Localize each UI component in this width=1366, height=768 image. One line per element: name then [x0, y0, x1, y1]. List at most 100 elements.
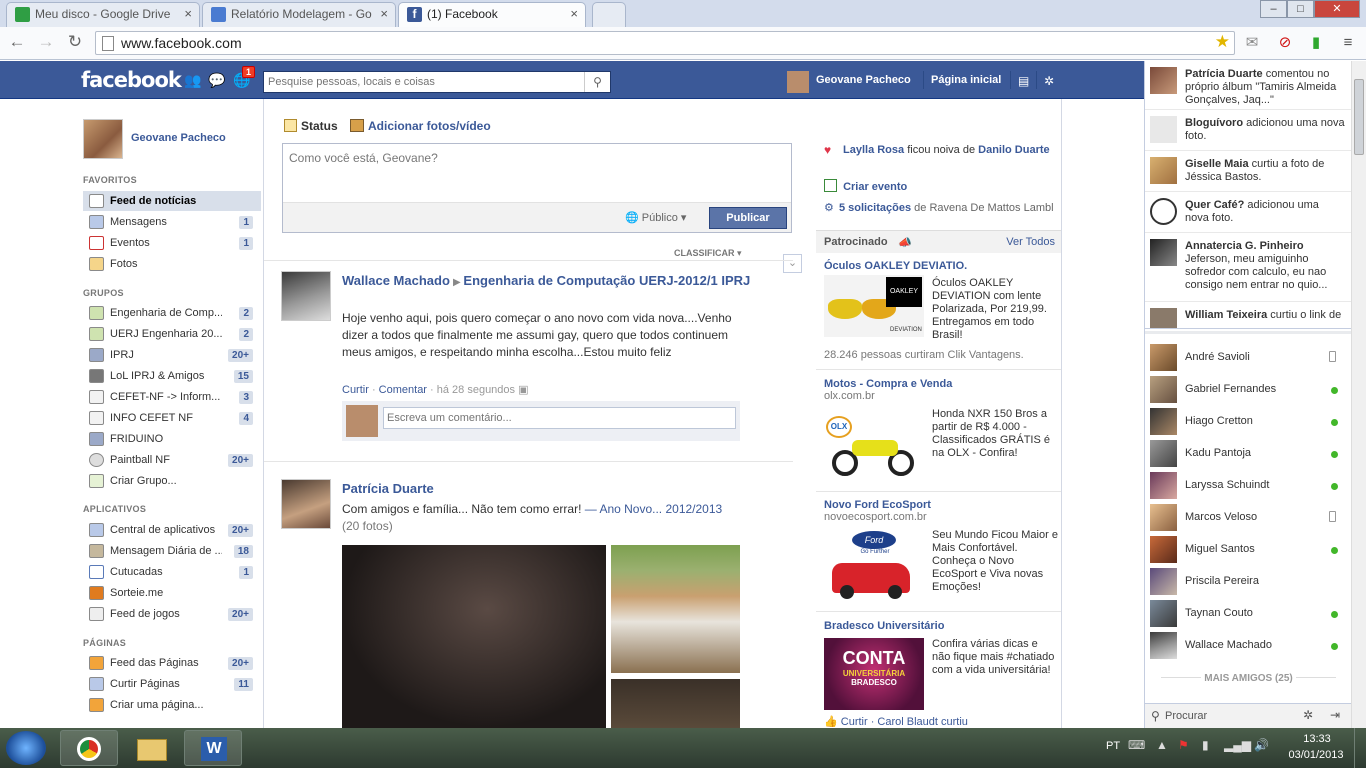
ad-image-conta[interactable]: CONTA UNIVERSITÁRIA BRADESCO — [824, 638, 924, 710]
ticker-item[interactable]: Giselle Maia curtiu a foto de Jéssica Ba… — [1145, 151, 1352, 192]
ticker-item[interactable]: Patrícia Duarte comentou no próprio álbu… — [1145, 61, 1352, 110]
search-box[interactable]: ⚲ — [263, 71, 611, 93]
chrome-taskbar-button[interactable] — [60, 730, 118, 766]
bookmark-star-icon[interactable]: ★ — [1215, 32, 1230, 52]
ad-ford[interactable]: Novo Ford EcoSport novoecosport.com.br F… — [824, 499, 1058, 601]
ad-title[interactable]: Novo Ford EcoSport — [824, 499, 1054, 511]
nav-item-group[interactable]: FRIDUINO — [83, 429, 261, 449]
clock-time[interactable]: 13:33 — [1285, 733, 1349, 745]
create-event-link[interactable]: Criar evento — [824, 179, 907, 193]
menu-icon[interactable]: ≡ — [1338, 33, 1358, 53]
ad-title[interactable]: Motos - Compra e Venda — [824, 378, 1054, 390]
word-taskbar-button[interactable]: W — [184, 730, 242, 766]
album-link[interactable]: — Ano Novo... 2012/2013 — [585, 502, 722, 516]
nav-item-app[interactable]: Cutucadas 1 — [83, 562, 261, 582]
requests-link[interactable]: 5 solicitações — [839, 202, 911, 214]
language-indicator[interactable]: PT — [1106, 740, 1120, 752]
home-link[interactable]: Página inicial — [931, 74, 1001, 86]
ad-image-sunglasses[interactable]: OAKLEY DEVIATION — [824, 275, 924, 337]
close-tab-icon[interactable]: × — [570, 3, 578, 25]
minimize-button[interactable]: – — [1260, 0, 1287, 18]
facebook-logo[interactable]: facebook — [81, 68, 182, 92]
ad-image-car[interactable]: Ford Go Further — [824, 529, 924, 601]
power-icon[interactable]: ▮ — [1202, 738, 1209, 752]
privacy-icon[interactable]: ▤ — [1018, 74, 1029, 88]
scrollbar-thumb[interactable] — [1354, 79, 1364, 155]
ticker-item[interactable]: Quer Café? adicionou uma nova foto. — [1145, 192, 1352, 233]
close-window-button[interactable]: ✕ — [1314, 0, 1360, 18]
ad-image-motorcycle[interactable]: OLX — [824, 408, 924, 478]
nav-item-app[interactable]: Feed de jogos 20+ — [83, 604, 261, 624]
story-author-link[interactable]: Wallace Machado — [342, 273, 450, 288]
close-tab-icon[interactable]: × — [184, 3, 192, 25]
event-person-link[interactable]: Danilo Duarte — [978, 144, 1050, 156]
gmail-icon[interactable]: ✉ — [1242, 33, 1262, 53]
nav-item-group[interactable]: CEFET-NF -> Inform... 3 — [83, 387, 261, 407]
nav-item-create-page[interactable]: Criar uma página... — [83, 695, 261, 715]
nav-item-app[interactable]: Central de aplicativos 20+ — [83, 520, 261, 540]
see-all-link[interactable]: Ver Todos — [1006, 236, 1055, 248]
address-bar[interactable]: www.facebook.com ★ — [95, 31, 1235, 55]
status-tab[interactable]: Status — [284, 119, 338, 133]
story-author-avatar[interactable] — [281, 479, 331, 529]
chat-friend[interactable]: Laryssa Schuindt — [1145, 470, 1352, 502]
story-author-link[interactable]: Patrícia Duarte — [342, 481, 434, 496]
status-composer[interactable]: Como você está, Geovane? 🌐 Público ▾ Pub… — [282, 143, 792, 233]
chat-friend[interactable]: André Savioli — [1145, 342, 1352, 374]
friend-requests-icon[interactable]: 👥 — [184, 72, 201, 89]
comment-input[interactable] — [383, 407, 736, 429]
nav-item-group[interactable]: UERJ Engenharia 20... 2 — [83, 324, 261, 344]
messages-icon[interactable]: 💬 — [208, 72, 225, 89]
like-link[interactable]: Curtir — [342, 384, 369, 396]
reload-icon[interactable]: ↻ — [64, 32, 86, 52]
explorer-taskbar-button[interactable] — [122, 730, 180, 766]
requests-item[interactable]: ⚙ 5 solicitações de Ravena De Mattos Lam… — [824, 201, 1054, 214]
chat-search-input[interactable]: Procurar — [1165, 710, 1207, 722]
chat-friend[interactable]: Wallace Machado — [1145, 630, 1352, 662]
chat-friend[interactable]: Priscila Pereira — [1145, 566, 1352, 598]
ad-bradesco[interactable]: Bradesco Universitário CONTA UNIVERSITÁR… — [824, 620, 1054, 728]
nav-item-events[interactable]: Eventos 1 — [83, 233, 261, 253]
keyboard-icon[interactable]: ⌨ — [1128, 738, 1145, 752]
nav-item-app[interactable]: Mensagem Diária de ... 18 — [83, 541, 261, 561]
chat-friend[interactable]: Hiago Cretton — [1145, 406, 1352, 438]
close-tab-icon[interactable]: × — [380, 3, 388, 25]
action-center-icon[interactable]: ⚑ — [1178, 738, 1189, 752]
show-hidden-icons[interactable]: ▲ — [1156, 738, 1168, 752]
tab-google-drive[interactable]: Meu disco - Google Drive × — [6, 2, 200, 27]
settings-gear-icon[interactable]: ✲ — [1044, 74, 1054, 88]
chat-friend[interactable]: Taynan Couto — [1145, 598, 1352, 630]
story-options-chevron-icon[interactable]: ⌄ — [783, 254, 802, 273]
story-target-group-link[interactable]: Engenharia de Computação UERJ-2012/1 IPR… — [463, 273, 750, 288]
nav-item-group[interactable]: IPRJ 20+ — [83, 345, 261, 365]
story-author-avatar[interactable] — [281, 271, 331, 321]
nav-item-group[interactable]: LoL IPRJ & Amigos 15 — [83, 366, 261, 386]
nav-item-news-feed[interactable]: Feed de notícias — [83, 191, 261, 211]
chat-friend[interactable]: Miguel Santos — [1145, 534, 1352, 566]
add-photo-tab[interactable]: Adicionar fotos/vídeo — [350, 119, 491, 133]
event-person-link[interactable]: Laylla Rosa — [843, 144, 904, 156]
chat-friend[interactable]: Marcos Veloso — [1145, 502, 1352, 534]
profile-name-link[interactable]: Geovane Pacheco — [131, 132, 226, 144]
forward-icon[interactable]: → — [35, 32, 57, 52]
profile-avatar[interactable] — [83, 119, 123, 159]
nav-item-app[interactable]: Sorteie.me — [83, 583, 261, 603]
nav-item-page[interactable]: Curtir Páginas 11 — [83, 674, 261, 694]
nav-item-group[interactable]: Paintball NF 20+ — [83, 450, 261, 470]
publish-button[interactable]: Publicar — [709, 207, 787, 229]
hide-sidebar-icon[interactable]: ⇥ — [1330, 708, 1340, 722]
chat-options-gear-icon[interactable]: ✲ — [1303, 708, 1313, 722]
maximize-button[interactable]: □ — [1287, 0, 1314, 18]
tab-relatorio[interactable]: Relatório Modelagem - Go × — [202, 2, 396, 27]
user-name-link[interactable]: Geovane Pacheco — [816, 74, 911, 86]
ticker-item[interactable]: Annatercia G. Pinheiro Jeferson, meu ami… — [1145, 233, 1352, 302]
nav-item-group[interactable]: Engenharia de Comp... 2 — [83, 303, 261, 323]
nav-item-messages[interactable]: Mensagens 1 — [83, 212, 261, 232]
sort-menu[interactable]: CLASSIFICAR ▾ — [674, 248, 742, 259]
search-input[interactable] — [264, 72, 584, 92]
comment-link[interactable]: Comentar — [379, 384, 427, 396]
ticker-resize-handle[interactable] — [1145, 331, 1352, 334]
ad-olx[interactable]: Motos - Compra e Venda olx.com.br OLX Ho… — [824, 378, 1054, 478]
start-button-icon[interactable] — [6, 731, 46, 765]
ticker-item[interactable]: Bloguívoro adicionou uma nova foto. — [1145, 110, 1352, 151]
